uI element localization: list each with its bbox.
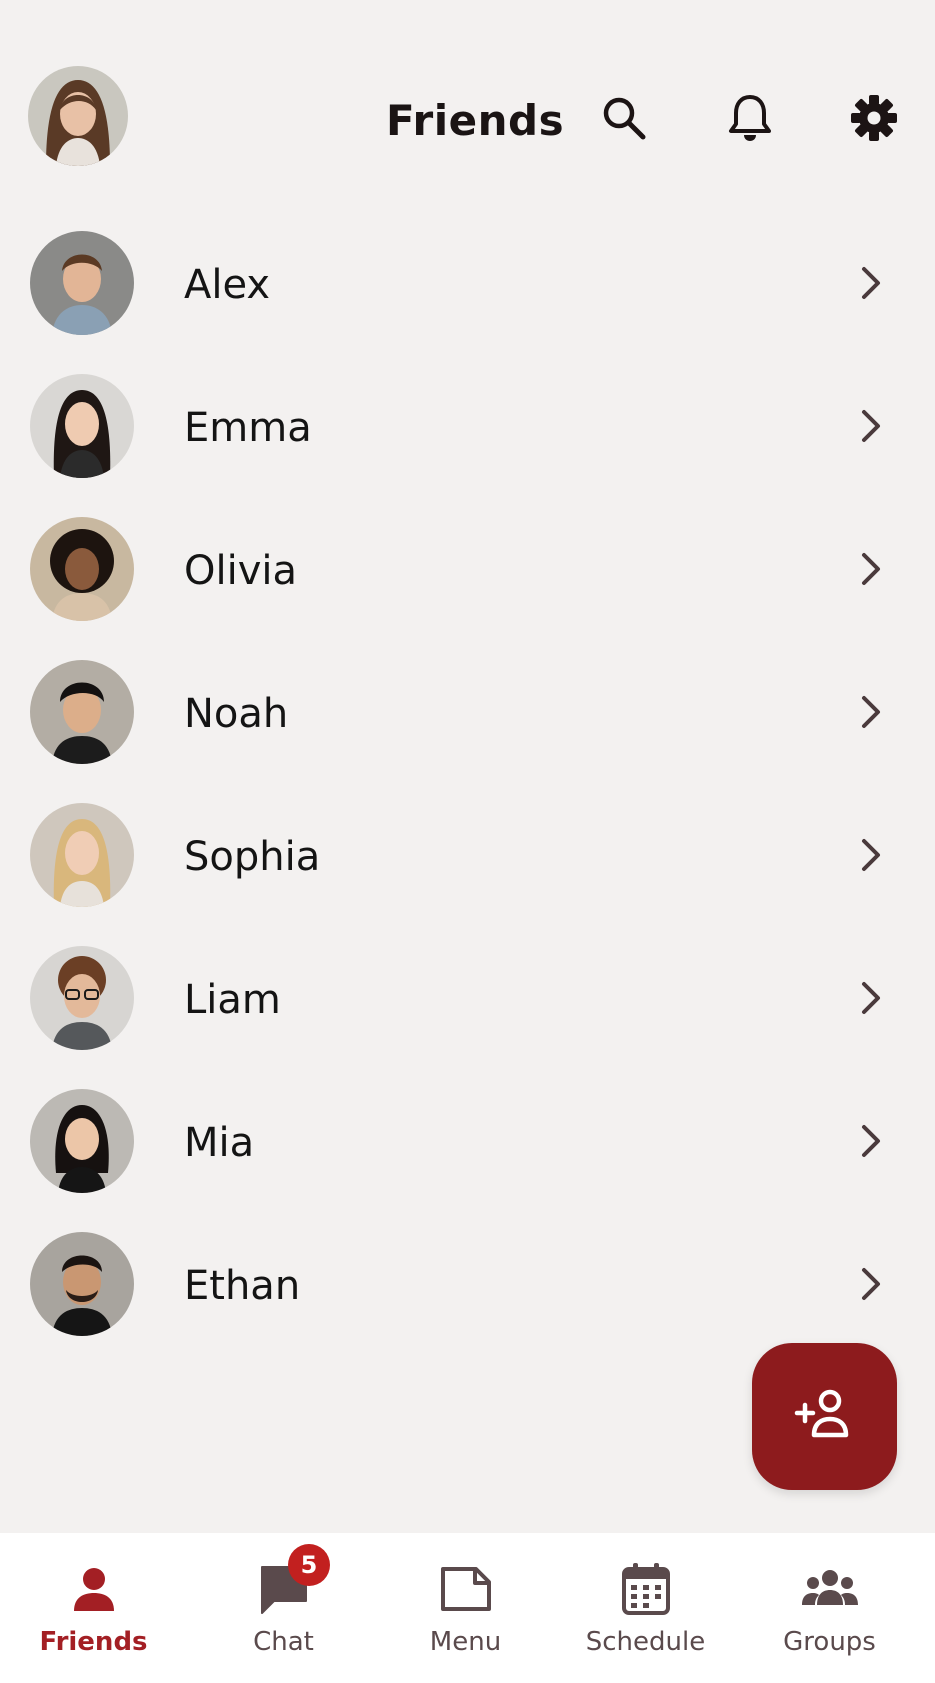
nav-menu-label: Menu: [429, 1627, 502, 1657]
chevron-right-icon: [856, 692, 884, 732]
friend-name: Ethan: [184, 1263, 301, 1309]
nav-schedule-label: Schedule: [585, 1627, 706, 1657]
friend-name: Noah: [184, 691, 289, 737]
friend-row-emma[interactable]: Emma: [0, 356, 935, 499]
friend-avatar: [30, 374, 134, 478]
friend-row-ethan[interactable]: Ethan: [0, 1214, 935, 1357]
bottom-nav: Friends Chat Menu Schedule Groups: [0, 1533, 935, 1683]
add-friend-icon: [794, 1389, 849, 1438]
person-icon: [64, 1561, 124, 1619]
friend-list: Alex Emma Olivia Noah Sophia Liam Mia Et…: [0, 213, 935, 1357]
nav-menu[interactable]: Menu: [372, 1533, 559, 1683]
search-icon[interactable]: [598, 92, 650, 144]
nav-chat-label: Chat: [253, 1627, 314, 1657]
friends-screen: Friends Alex Emma Olivia Noah Sophia Lia…: [0, 0, 935, 1683]
chevron-right-icon: [856, 1121, 884, 1161]
nav-groups[interactable]: Groups: [736, 1533, 923, 1683]
nav-chat[interactable]: Chat: [190, 1533, 377, 1683]
chevron-right-icon: [856, 263, 884, 303]
friend-avatar: [30, 517, 134, 621]
page-title: Friends: [386, 96, 565, 145]
friend-avatar: [30, 946, 134, 1050]
friend-row-olivia[interactable]: Olivia: [0, 499, 935, 642]
friend-name: Emma: [184, 405, 312, 451]
friend-row-liam[interactable]: Liam: [0, 928, 935, 1071]
calendar-icon: [616, 1561, 676, 1619]
chat-unread-badge: 5: [288, 1544, 330, 1586]
friend-avatar: [30, 1089, 134, 1193]
chevron-right-icon: [856, 406, 884, 446]
friend-row-alex[interactable]: Alex: [0, 213, 935, 356]
gear-icon[interactable]: [848, 92, 900, 144]
friend-name: Olivia: [184, 548, 298, 594]
friend-row-noah[interactable]: Noah: [0, 642, 935, 785]
group-icon: [800, 1561, 860, 1619]
nav-friends[interactable]: Friends: [0, 1533, 187, 1683]
friend-name: Alex: [184, 262, 271, 308]
chevron-right-icon: [856, 1264, 884, 1304]
friend-row-sophia[interactable]: Sophia: [0, 785, 935, 928]
nav-groups-label: Groups: [783, 1627, 876, 1657]
friend-name: Mia: [184, 1120, 255, 1166]
friend-avatar: [30, 660, 134, 764]
friend-avatar: [30, 803, 134, 907]
nav-schedule[interactable]: Schedule: [552, 1533, 739, 1683]
nav-friends-label: Friends: [39, 1627, 148, 1657]
profile-avatar[interactable]: [28, 66, 128, 166]
friend-avatar: [30, 1232, 134, 1336]
friend-avatar: [30, 231, 134, 335]
friend-name: Sophia: [184, 834, 321, 880]
bell-icon[interactable]: [724, 92, 776, 144]
chevron-right-icon: [856, 549, 884, 589]
chevron-right-icon: [856, 835, 884, 875]
chevron-right-icon: [856, 978, 884, 1018]
menu-icon: [436, 1561, 496, 1619]
add-friend-button[interactable]: [752, 1343, 897, 1490]
friend-row-mia[interactable]: Mia: [0, 1071, 935, 1214]
friend-name: Liam: [184, 977, 281, 1023]
app-header: Friends: [0, 0, 935, 200]
